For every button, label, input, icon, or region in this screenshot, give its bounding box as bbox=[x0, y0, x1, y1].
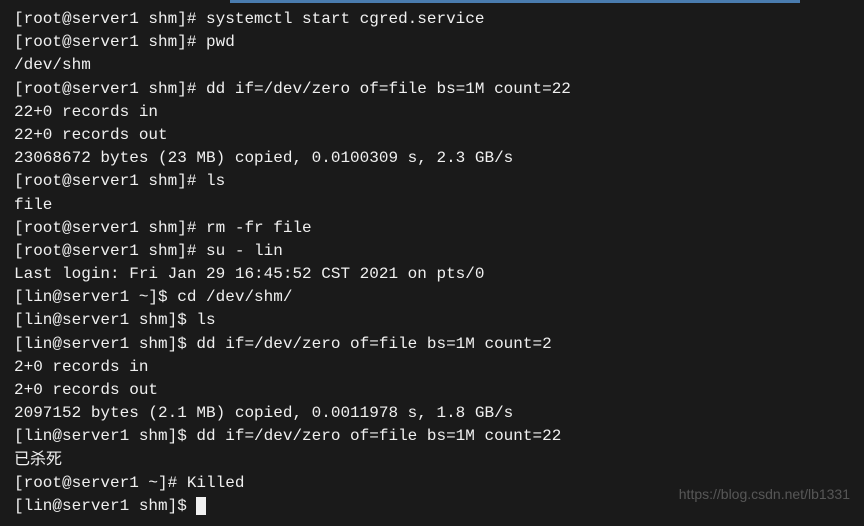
terminal-line: [lin@server1 shm]$ ls bbox=[14, 309, 850, 332]
watermark-text: https://blog.csdn.net/lb1331 bbox=[679, 484, 850, 504]
terminal-line: [lin@server1 ~]$ cd /dev/shm/ bbox=[14, 286, 850, 309]
terminal-line: 22+0 records in bbox=[14, 101, 850, 124]
terminal-line: [root@server1 shm]# rm -fr file bbox=[14, 217, 850, 240]
terminal-line: 2+0 records out bbox=[14, 379, 850, 402]
title-bar-highlight bbox=[230, 0, 800, 3]
terminal-line: [root@server1 shm]# dd if=/dev/zero of=f… bbox=[14, 78, 850, 101]
terminal-line: 23068672 bytes (23 MB) copied, 0.0100309… bbox=[14, 147, 850, 170]
terminal-line: [root@server1 shm]# systemctl start cgre… bbox=[14, 8, 850, 31]
terminal-line: [root@server1 shm]# pwd bbox=[14, 31, 850, 54]
terminal-line: 2097152 bytes (2.1 MB) copied, 0.0011978… bbox=[14, 402, 850, 425]
terminal-line: Last login: Fri Jan 29 16:45:52 CST 2021… bbox=[14, 263, 850, 286]
terminal-output[interactable]: [root@server1 shm]# systemctl start cgre… bbox=[14, 8, 850, 518]
terminal-line: 已杀死 bbox=[14, 449, 850, 472]
terminal-line: [lin@server1 shm]$ dd if=/dev/zero of=fi… bbox=[14, 425, 850, 448]
terminal-line: [root@server1 shm]# su - lin bbox=[14, 240, 850, 263]
terminal-line: 22+0 records out bbox=[14, 124, 850, 147]
cursor-icon bbox=[196, 497, 206, 515]
terminal-line: file bbox=[14, 194, 850, 217]
terminal-line: 2+0 records in bbox=[14, 356, 850, 379]
terminal-line: [lin@server1 shm]$ dd if=/dev/zero of=fi… bbox=[14, 333, 850, 356]
terminal-line: /dev/shm bbox=[14, 54, 850, 77]
terminal-line: [root@server1 shm]# ls bbox=[14, 170, 850, 193]
terminal-prompt: [lin@server1 shm]$ bbox=[14, 497, 196, 515]
